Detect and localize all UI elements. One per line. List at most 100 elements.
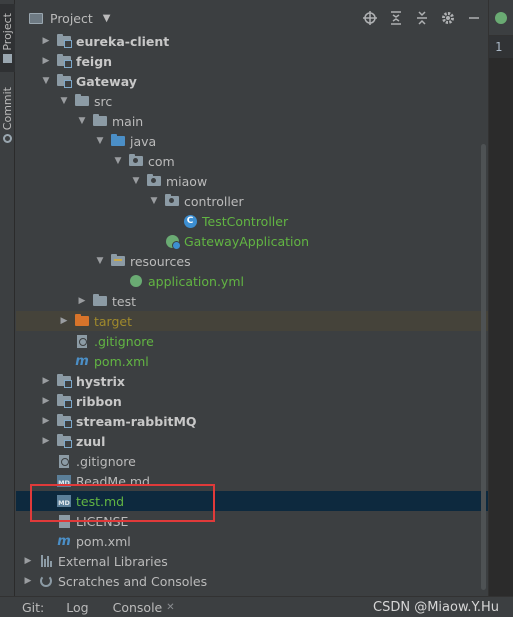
tab-log[interactable]: Log xyxy=(66,600,88,615)
panel-title[interactable]: Project xyxy=(50,11,93,26)
git-label: Git: xyxy=(22,599,45,615)
chevron-down-icon[interactable]: ▼ xyxy=(94,256,106,266)
module-folder-icon xyxy=(56,74,72,88)
expand-all-icon[interactable] xyxy=(388,10,404,26)
project-icon xyxy=(29,12,43,24)
close-icon[interactable]: ✕ xyxy=(166,602,174,613)
chevron-right-icon[interactable]: ▶ xyxy=(22,576,34,586)
minimize-icon[interactable] xyxy=(466,10,482,26)
module-folder-icon xyxy=(56,394,72,408)
chevron-right-icon[interactable]: ▶ xyxy=(40,36,52,46)
tree-row-label: hystrix xyxy=(76,373,125,389)
tree-row-label: ribbon xyxy=(76,393,122,409)
tree-row-label: Gateway xyxy=(76,73,137,89)
project-tab-label: Project xyxy=(1,12,14,51)
tree-row[interactable]: ▶mpom.xml xyxy=(16,351,488,371)
module-folder-icon xyxy=(56,54,72,68)
yaml-file-icon xyxy=(128,274,144,288)
tree-row[interactable]: ▼ src xyxy=(16,91,488,111)
editor-area: 1 xyxy=(488,0,513,617)
chevron-down-icon[interactable]: ▼ xyxy=(76,116,88,126)
folder-icon xyxy=(74,94,90,108)
tree-row-label: pom.xml xyxy=(76,533,131,549)
collapse-all-icon[interactable] xyxy=(414,10,430,26)
chevron-down-icon[interactable]: ▼ xyxy=(94,136,106,146)
tree-row-label: feign xyxy=(76,53,113,69)
chevron-down-icon[interactable]: ▼ xyxy=(103,13,111,24)
tree-row[interactable]: ▶ test xyxy=(16,291,488,311)
tree-row[interactable]: ▼ java xyxy=(16,131,488,151)
tree-row-label: target xyxy=(94,313,133,329)
chevron-right-icon[interactable]: ▶ xyxy=(40,396,52,406)
folder-icon xyxy=(92,294,108,308)
bottom-tool-bar: Git: Log Console ✕ CSDN @Miaow.Y.Hu xyxy=(0,596,513,617)
locate-icon[interactable] xyxy=(362,10,378,26)
module-folder-icon xyxy=(56,34,72,48)
chevron-right-icon[interactable]: ▶ xyxy=(40,436,52,446)
libraries-icon xyxy=(38,554,54,568)
tree-row-label: java xyxy=(130,133,157,149)
tree-row-label: External Libraries xyxy=(58,553,168,569)
chevron-down-icon[interactable]: ▼ xyxy=(112,156,124,166)
tree-row[interactable]: ▶application.yml xyxy=(16,271,488,291)
chevron-right-icon[interactable]: ▶ xyxy=(40,376,52,386)
tree-row[interactable]: ▶GatewayApplication xyxy=(16,231,488,251)
chevron-down-icon[interactable]: ▼ xyxy=(40,76,52,86)
chevron-down-icon[interactable]: ▼ xyxy=(148,196,160,206)
tree-row[interactable]: ▼ main xyxy=(16,111,488,131)
tree-row[interactable]: ▶ ribbon xyxy=(16,391,488,411)
tree-row-label: .gitignore xyxy=(94,333,154,349)
package-icon xyxy=(128,154,144,168)
chevron-down-icon[interactable]: ▼ xyxy=(58,96,70,106)
maven-icon: m xyxy=(75,353,89,369)
tree-row[interactable]: ▶.gitignore xyxy=(16,451,488,471)
spring-boot-class-icon xyxy=(164,234,181,250)
watermark: CSDN @Miaow.Y.Hu xyxy=(373,600,499,615)
gitignore-file-icon xyxy=(74,334,90,348)
tree-row-label: GatewayApplication xyxy=(184,233,310,249)
source-folder-icon xyxy=(110,134,126,148)
tree-row[interactable]: ▼ miaow xyxy=(16,171,488,191)
tree-row[interactable]: ▶ External Libraries xyxy=(16,551,488,571)
tree-row-label: resources xyxy=(130,253,191,269)
chevron-right-icon[interactable]: ▶ xyxy=(40,56,52,66)
editor-tab[interactable] xyxy=(489,0,513,36)
tree-row[interactable]: ▼ controller xyxy=(16,191,488,211)
tree-row[interactable]: ▼ com xyxy=(16,151,488,171)
scratches-icon xyxy=(38,574,54,588)
tree-row[interactable]: ▶mpom.xml xyxy=(16,531,488,551)
tree-row-label: miaow xyxy=(166,173,208,189)
tree-row[interactable]: ▶ stream-rabbitMQ xyxy=(16,411,488,431)
chevron-right-icon[interactable]: ▶ xyxy=(40,416,52,426)
tree-row[interactable]: ▶.gitignore xyxy=(16,331,488,351)
chevron-right-icon[interactable]: ▶ xyxy=(22,556,34,566)
tree-row[interactable]: ▶ feign xyxy=(16,51,488,71)
commit-tab-label: Commit xyxy=(1,86,14,131)
gear-icon[interactable] xyxy=(440,10,456,26)
tree-row[interactable]: ▼ Gateway xyxy=(16,71,488,91)
commit-tool-tab[interactable]: Commit xyxy=(0,84,15,146)
folder-icon xyxy=(92,114,108,128)
tab-console[interactable]: Console xyxy=(113,600,163,615)
chevron-right-icon[interactable]: ▶ xyxy=(58,316,70,326)
tree-row[interactable]: ▶ eureka-client xyxy=(16,31,488,51)
tree-row[interactable]: ▶ target xyxy=(16,311,488,331)
tree-row[interactable]: ▶ zuul xyxy=(16,431,488,451)
tree-row-label: .gitignore xyxy=(76,453,136,469)
tree-row[interactable]: ▶ Scratches and Consoles xyxy=(16,571,488,591)
vertical-scrollbar[interactable] xyxy=(481,144,486,590)
chevron-right-icon[interactable]: ▶ xyxy=(76,296,88,306)
gitignore-file-icon xyxy=(56,454,72,468)
tree-row[interactable]: ▶CTestController xyxy=(16,211,488,231)
chevron-down-icon[interactable]: ▼ xyxy=(130,176,142,186)
tree-row-label: Scratches and Consoles xyxy=(58,573,208,589)
tree-row-label: com xyxy=(148,153,175,169)
tool-window-strip: Project Commit xyxy=(0,0,15,617)
maven-icon: m xyxy=(57,533,71,549)
project-tool-tab[interactable]: Project xyxy=(0,4,15,72)
tree-row[interactable]: ▼ resources xyxy=(16,251,488,271)
tree-row-label: controller xyxy=(184,193,244,209)
module-folder-icon xyxy=(56,374,72,388)
tree-row[interactable]: ▶ hystrix xyxy=(16,371,488,391)
class-icon: C xyxy=(182,214,198,228)
